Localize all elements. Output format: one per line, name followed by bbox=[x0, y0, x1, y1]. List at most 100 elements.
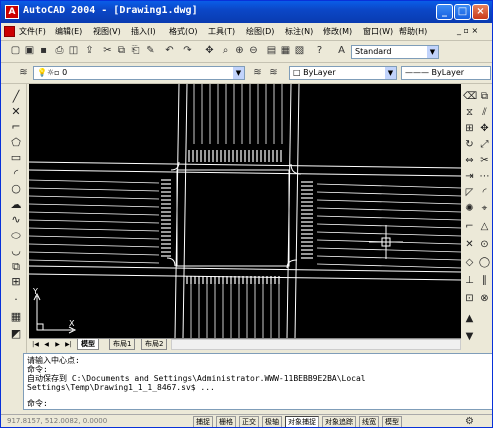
stretch-icon[interactable]: ⇔ bbox=[463, 154, 476, 167]
scroll-down-icon[interactable]: ▼ bbox=[463, 330, 476, 343]
menu-window[interactable]: 窗口(W) bbox=[363, 26, 393, 37]
polar-toggle[interactable]: 极轴 bbox=[262, 416, 282, 427]
model-toggle[interactable]: 模型 bbox=[382, 416, 402, 427]
insert-block-icon[interactable]: ⧉ bbox=[9, 260, 23, 274]
rotate-icon[interactable]: ↻ bbox=[463, 138, 476, 151]
linetype-dropdown[interactable]: ——— ByLayer bbox=[401, 66, 491, 80]
ortho-toggle[interactable]: 正交 bbox=[239, 416, 259, 427]
fillet-icon[interactable]: ◜ bbox=[478, 186, 491, 199]
break-icon[interactable]: ⋯ bbox=[478, 170, 491, 183]
copy-icon[interactable]: ⧉ bbox=[115, 44, 128, 57]
menu-format[interactable]: 格式(O) bbox=[169, 26, 198, 37]
layer-manager-icon[interactable]: ≋ bbox=[17, 66, 30, 79]
erase-icon[interactable]: ⌫ bbox=[463, 90, 477, 103]
color-dropdown[interactable]: □ ByLayer ▼ bbox=[289, 66, 397, 80]
tab-layout2[interactable]: 布局2 bbox=[141, 339, 168, 350]
menu-file[interactable]: 文件(F) bbox=[19, 26, 46, 37]
open-file-icon[interactable]: ▣ bbox=[23, 44, 36, 57]
text-style-dropdown[interactable]: Standard ▼ bbox=[351, 45, 439, 59]
text-style-icon[interactable]: A bbox=[335, 44, 348, 57]
mirror-icon[interactable]: ⧖ bbox=[463, 106, 476, 119]
region-icon[interactable]: ◩ bbox=[9, 327, 23, 341]
design-center-icon[interactable]: ▦ bbox=[279, 44, 292, 57]
properties-icon[interactable]: ▤ bbox=[265, 44, 278, 57]
redo-icon[interactable]: ↷ bbox=[181, 44, 194, 57]
chevron-down-icon[interactable]: ▼ bbox=[233, 67, 244, 79]
close-button[interactable]: × bbox=[472, 4, 489, 20]
chevron-down-icon[interactable]: ▼ bbox=[427, 46, 438, 58]
maximize-button[interactable]: □ bbox=[454, 4, 471, 20]
cut-icon[interactable]: ✂ bbox=[101, 44, 114, 57]
publish-icon[interactable]: ⇪ bbox=[83, 44, 96, 57]
document-window-controls[interactable]: _ ▫ × bbox=[457, 26, 478, 35]
match-properties-icon[interactable]: ✎ bbox=[144, 44, 157, 57]
zoom-previous-icon[interactable]: ⊖ bbox=[247, 44, 260, 57]
zoom-window-icon[interactable]: ⊕ bbox=[233, 44, 246, 57]
snap-intersection-icon[interactable]: ✕ bbox=[463, 238, 476, 251]
drawing-canvas[interactable]: Y X bbox=[29, 84, 461, 338]
tab-prev-icon[interactable]: ◀ bbox=[42, 340, 51, 349]
grid-toggle[interactable]: 栅格 bbox=[216, 416, 236, 427]
osnap-toggle[interactable]: 对象捕捉 bbox=[285, 416, 319, 427]
copy-object-icon[interactable]: ⧉ bbox=[478, 90, 491, 103]
menu-edit[interactable]: 编辑(E) bbox=[55, 26, 82, 37]
chevron-down-icon[interactable]: ▼ bbox=[385, 67, 396, 79]
tab-next-icon[interactable]: ▶ bbox=[53, 340, 62, 349]
array-icon[interactable]: ⊞ bbox=[463, 122, 476, 135]
horizontal-scrollbar[interactable] bbox=[171, 339, 461, 350]
trim-icon[interactable]: ✂ bbox=[478, 154, 491, 167]
menu-draw[interactable]: 绘图(D) bbox=[246, 26, 274, 37]
snap-endpoint-icon[interactable]: ⌐ bbox=[463, 220, 476, 233]
command-window[interactable]: 请输入中心点: 命令: 自动保存到 C:\Documents and Setti… bbox=[23, 353, 492, 410]
snap-midpoint-icon[interactable]: △ bbox=[478, 220, 491, 233]
circle-icon[interactable]: ○ bbox=[9, 182, 23, 196]
save-icon[interactable]: ▪ bbox=[37, 44, 50, 57]
rectangle-icon[interactable]: ▭ bbox=[9, 151, 23, 165]
snap-tangent-icon[interactable]: ◯ bbox=[478, 256, 491, 269]
explode-icon[interactable]: ✺ bbox=[463, 202, 476, 215]
polygon-icon[interactable]: ⬠ bbox=[9, 136, 23, 150]
menu-insert[interactable]: 插入(I) bbox=[131, 26, 156, 37]
document-icon[interactable] bbox=[4, 26, 15, 37]
arc-icon[interactable]: ◜ bbox=[9, 167, 23, 181]
polyline-icon[interactable]: ⌐ bbox=[9, 120, 23, 134]
snap-center-icon[interactable]: ⊙ bbox=[478, 238, 491, 251]
snap-node-icon[interactable]: ⊗ bbox=[478, 292, 491, 305]
undo-icon[interactable]: ↶ bbox=[163, 44, 176, 57]
preview-icon[interactable]: ◫ bbox=[67, 44, 80, 57]
revision-cloud-icon[interactable]: ☁ bbox=[9, 198, 23, 212]
print-icon[interactable]: ⎙ bbox=[53, 44, 66, 57]
menu-help[interactable]: 帮助(H) bbox=[399, 26, 427, 37]
menu-view[interactable]: 视图(V) bbox=[93, 26, 121, 37]
paste-icon[interactable]: ⎗ bbox=[129, 44, 142, 57]
scale-icon[interactable]: ⤢ bbox=[478, 138, 491, 151]
menu-modify[interactable]: 修改(M) bbox=[323, 26, 352, 37]
spline-icon[interactable]: ∿ bbox=[9, 213, 23, 227]
extend-icon[interactable]: ⇥ bbox=[463, 170, 476, 183]
lineweight-toggle[interactable]: 线宽 bbox=[359, 416, 379, 427]
line-icon[interactable]: ╱ bbox=[9, 90, 23, 104]
layer-dropdown[interactable]: 💡☼▫ 0 ▼ bbox=[33, 66, 245, 80]
pan-icon[interactable]: ✥ bbox=[203, 44, 216, 57]
chamfer-icon[interactable]: ◸ bbox=[463, 186, 476, 199]
snap-quadrant-icon[interactable]: ◇ bbox=[463, 256, 476, 269]
tab-last-icon[interactable]: ▶| bbox=[64, 340, 73, 349]
layer-previous-icon[interactable]: ≋ bbox=[267, 66, 280, 79]
zoom-realtime-icon[interactable]: ⌕ bbox=[219, 44, 232, 57]
autocad-app-icon[interactable]: A bbox=[5, 5, 19, 19]
snap-parallel-icon[interactable]: ∥ bbox=[478, 274, 491, 287]
menu-tools[interactable]: 工具(T) bbox=[208, 26, 235, 37]
offset-icon[interactable]: ⫽ bbox=[478, 106, 491, 119]
menu-dimension[interactable]: 标注(N) bbox=[285, 26, 313, 37]
tab-model[interactable]: 模型 bbox=[77, 339, 99, 350]
tab-first-icon[interactable]: |◀ bbox=[31, 340, 40, 349]
ellipse-icon[interactable]: ⬭ bbox=[9, 229, 23, 243]
make-object-layer-current-icon[interactable]: ≋ bbox=[251, 66, 264, 79]
snap-insert-icon[interactable]: ⊡ bbox=[463, 292, 476, 305]
construction-line-icon[interactable]: ✕ bbox=[9, 105, 23, 119]
command-prompt[interactable]: 命令: bbox=[27, 399, 48, 408]
help-icon[interactable]: ? bbox=[313, 44, 326, 57]
point-icon[interactable]: · bbox=[9, 293, 23, 307]
scroll-up-icon[interactable]: ▲ bbox=[463, 312, 476, 325]
otrack-toggle[interactable]: 对象追踪 bbox=[322, 416, 356, 427]
